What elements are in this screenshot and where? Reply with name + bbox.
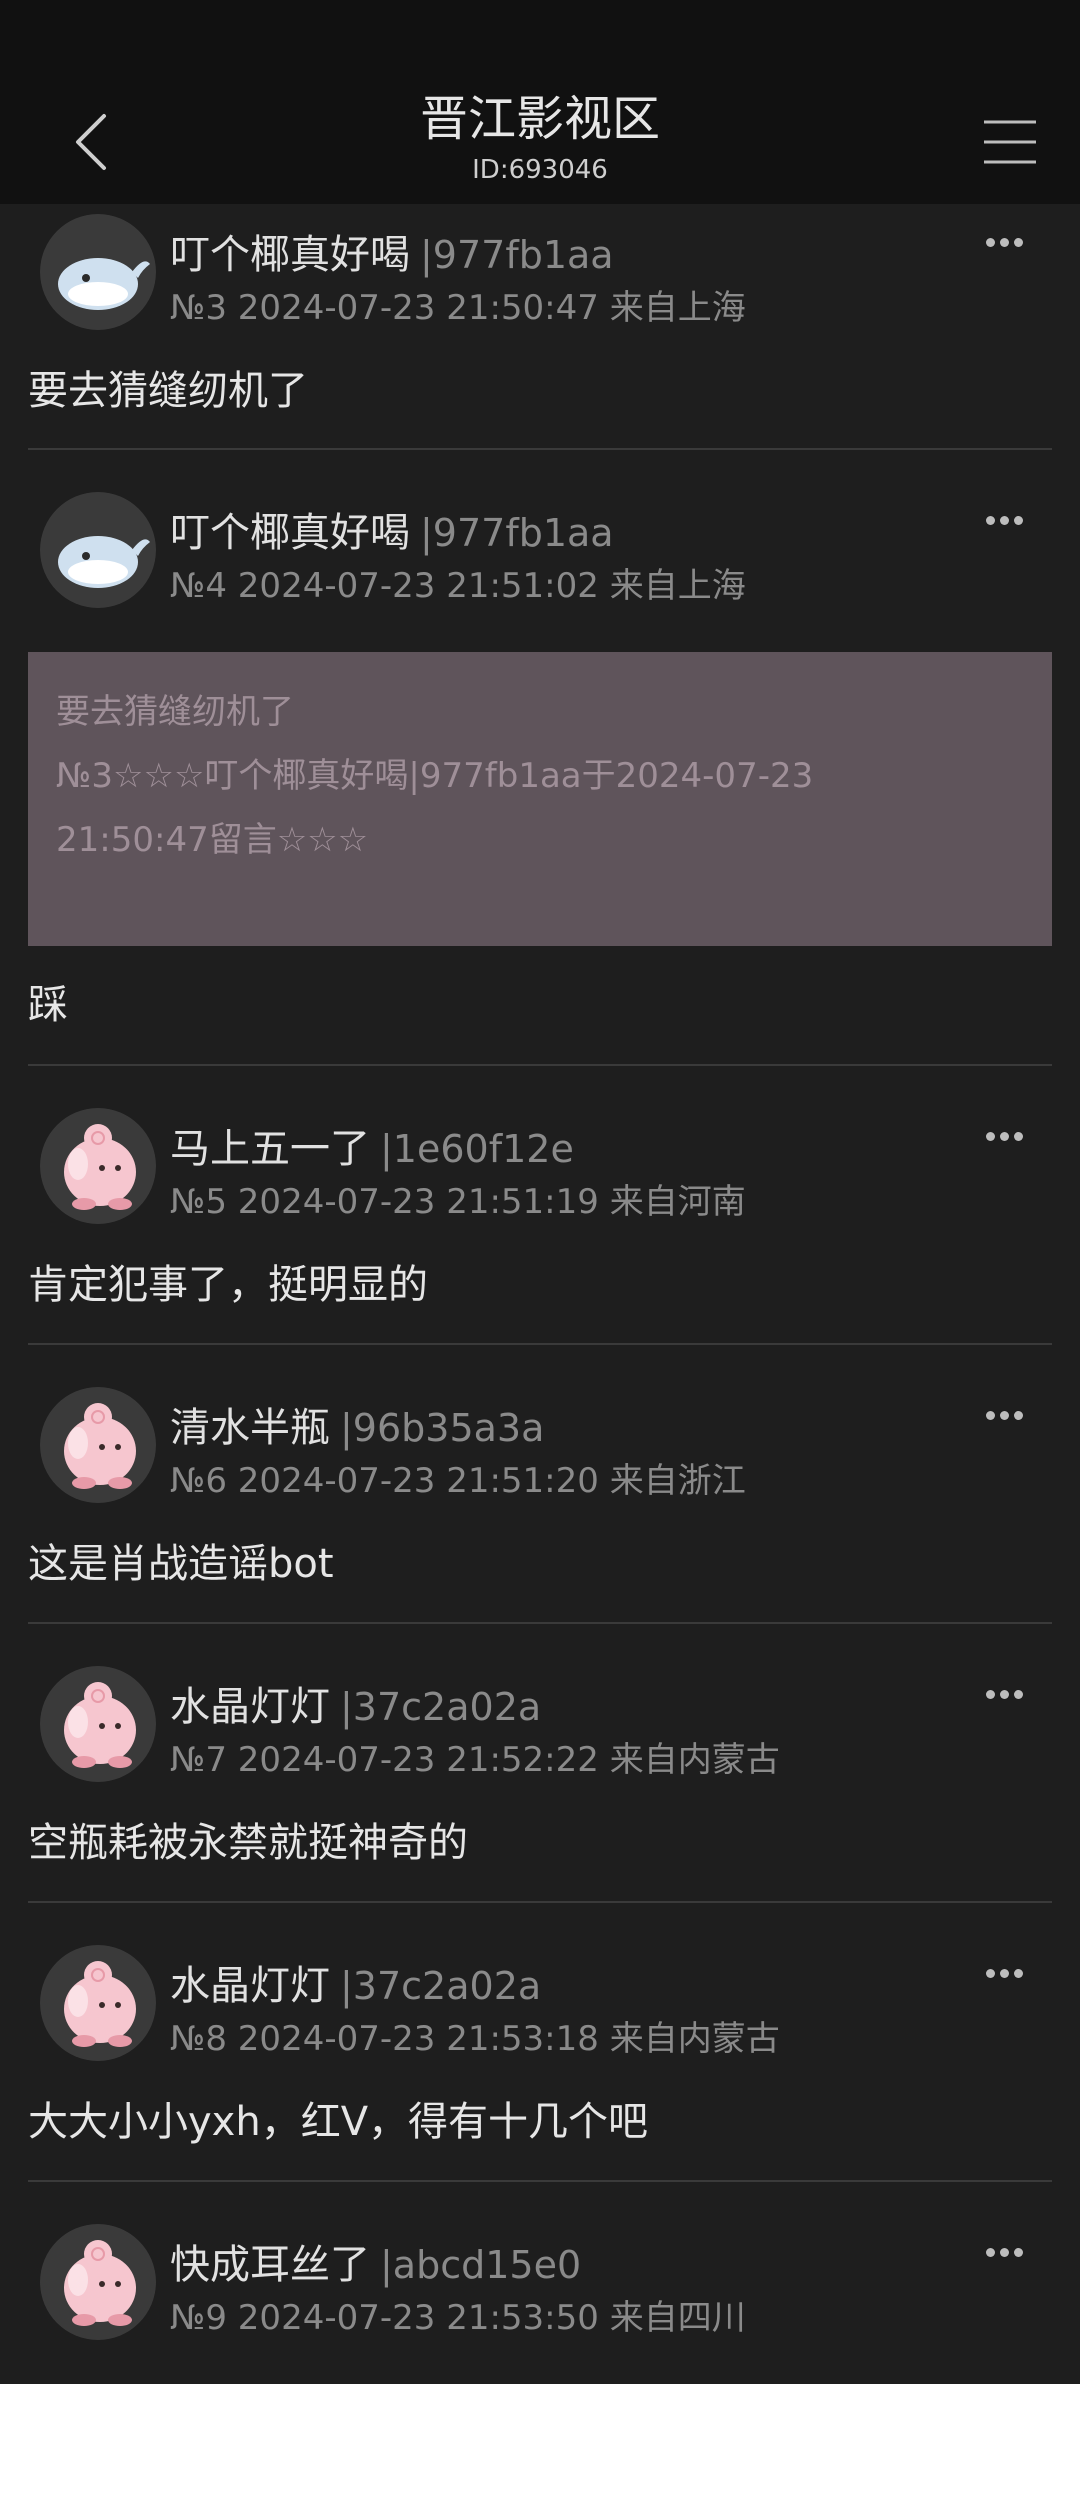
more-options-button[interactable] (986, 1684, 1032, 1714)
username[interactable]: 叮个椰真好喝 |977fb1aa (170, 222, 614, 280)
more-options-button[interactable] (986, 2242, 1032, 2272)
user-id: |1e60f12e (380, 1127, 574, 1171)
comment-item: 叮个椰真好喝 |977fb1aa №4 2024-07-23 21:51:02 来… (0, 450, 1080, 1066)
whale-avatar-icon (40, 492, 156, 608)
more-options-button[interactable] (986, 1126, 1032, 1156)
quote-text: 要去猜缝纫机了 (56, 692, 294, 732)
comment-text: 肯定犯事了，挺明显的 (28, 1262, 428, 1308)
post-meta: №7 2024-07-23 21:52:22 来自内蒙古 (170, 1740, 780, 1780)
comment-item: 马上五一了 |1e60f12e №5 2024-07-23 21:51:19 来自… (0, 1066, 1080, 1345)
post-meta: №9 2024-07-23 21:53:50 来自四川 (170, 2298, 746, 2338)
avatar[interactable] (40, 2224, 156, 2340)
avatar[interactable] (40, 1945, 156, 2061)
bottom-panel (0, 2384, 1080, 2520)
avatar[interactable] (40, 492, 156, 608)
user-id: |977fb1aa (420, 233, 614, 277)
post-meta: №8 2024-07-23 21:53:18 来自内蒙古 (170, 2019, 780, 2059)
user-id: |abcd15e0 (380, 2243, 582, 2287)
user-id: |96b35a3a (340, 1406, 545, 1450)
quote-timestamp: 21:50:47留言☆☆☆ (56, 820, 369, 860)
hamburger-menu-icon (984, 120, 1036, 164)
pink-fairy-avatar-icon (40, 1387, 156, 1503)
username[interactable]: 快成耳丝了 |abcd15e0 (170, 2232, 581, 2290)
avatar[interactable] (40, 214, 156, 330)
more-options-button[interactable] (986, 510, 1032, 540)
post-meta: №5 2024-07-23 21:51:19 来自河南 (170, 1182, 746, 1222)
quoted-reply[interactable]: 要去猜缝纫机了 №3☆☆☆叮个椰真好喝|977fb1aa于2024-07-23 … (28, 652, 1052, 946)
pink-fairy-avatar-icon (40, 2224, 156, 2340)
avatar[interactable] (40, 1387, 156, 1503)
comment-item: 叮个椰真好喝 |977fb1aa №3 2024-07-23 21:50:47 来… (0, 204, 1080, 450)
top-nav-bar: 晋江影视区 ID:693046 (0, 80, 1080, 204)
pink-fairy-avatar-icon (40, 1108, 156, 1224)
pink-fairy-avatar-icon (40, 1945, 156, 2061)
comment-item: 清水半瓶 |96b35a3a №6 2024-07-23 21:51:20 来自浙… (0, 1345, 1080, 1624)
comment-text: 要去猜缝纫机了 (28, 368, 308, 414)
page-subtitle: ID:693046 (472, 155, 608, 185)
comment-item: 水晶灯灯 |37c2a02a №7 2024-07-23 21:52:22 来自内… (0, 1624, 1080, 1903)
username[interactable]: 水晶灯灯 |37c2a02a (170, 1953, 541, 2011)
comment-text: 大大小小yxh，红V，得有十几个吧 (28, 2099, 649, 2145)
post-meta: №4 2024-07-23 21:51:02 来自上海 (170, 566, 746, 606)
user-id: |37c2a02a (340, 1685, 542, 1729)
comment-item: 快成耳丝了 |abcd15e0 №9 2024-07-23 21:53:50 来自… (0, 2182, 1080, 2384)
user-id: |37c2a02a (340, 1964, 542, 2008)
menu-button[interactable] (980, 112, 1040, 172)
page-title: 晋江影视区 (419, 91, 660, 147)
comment-text: 踩 (28, 982, 68, 1028)
status-bar (0, 0, 1080, 80)
user-id: |977fb1aa (420, 511, 614, 555)
comment-text: 空瓶耗被永禁就挺神奇的 (28, 1820, 468, 1866)
comment-text: 这是肖战造谣bot (28, 1541, 334, 1587)
avatar[interactable] (40, 1666, 156, 1782)
username[interactable]: 马上五一了 |1e60f12e (170, 1116, 574, 1174)
whale-avatar-icon (40, 214, 156, 330)
more-options-button[interactable] (986, 1963, 1032, 1993)
username[interactable]: 清水半瓶 |96b35a3a (170, 1395, 544, 1453)
username[interactable]: 叮个椰真好喝 |977fb1aa (170, 500, 614, 558)
pink-fairy-avatar-icon (40, 1666, 156, 1782)
title-block: 晋江影视区 ID:693046 (0, 86, 1080, 188)
post-meta: №3 2024-07-23 21:50:47 来自上海 (170, 288, 746, 328)
avatar[interactable] (40, 1108, 156, 1224)
username[interactable]: 水晶灯灯 |37c2a02a (170, 1674, 541, 1732)
quote-source: №3☆☆☆叮个椰真好喝|977fb1aa于2024-07-23 (56, 756, 814, 796)
comment-item: 水晶灯灯 |37c2a02a №8 2024-07-23 21:53:18 来自内… (0, 1903, 1080, 2182)
more-options-button[interactable] (986, 1405, 1032, 1435)
post-meta: №6 2024-07-23 21:51:20 来自浙江 (170, 1461, 746, 1501)
more-options-button[interactable] (986, 232, 1032, 262)
comment-feed[interactable]: 叮个椰真好喝 |977fb1aa №3 2024-07-23 21:50:47 来… (0, 204, 1080, 2384)
